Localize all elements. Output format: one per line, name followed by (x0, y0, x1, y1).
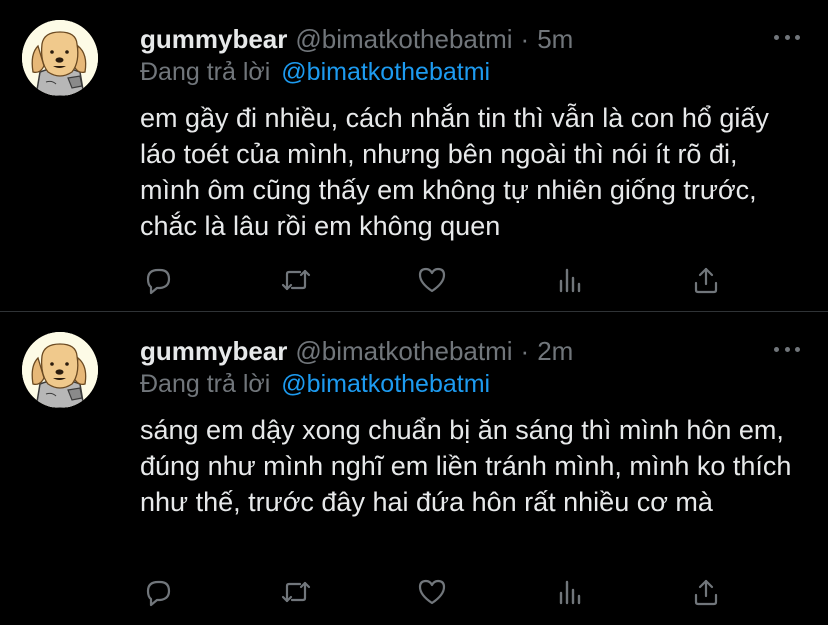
analytics-icon (559, 268, 581, 293)
reply-mention-link[interactable]: @bimatkothebatmi (281, 58, 490, 86)
reply-prefix: Đang trả lời (140, 58, 271, 86)
share-button[interactable] (688, 262, 724, 298)
timestamp[interactable]: 5m (537, 24, 573, 55)
reply-mention-link[interactable]: @bimatkothebatmi (281, 370, 490, 398)
timestamp[interactable]: 2m (537, 336, 573, 367)
retweet-button[interactable] (278, 262, 314, 298)
analytics-button[interactable] (552, 574, 588, 610)
separator: · (520, 23, 530, 54)
tweet[interactable]: gummybear @bimatkothebatmi · 5m Đang trả… (0, 0, 828, 312)
reply-button[interactable] (140, 262, 176, 298)
retweet-icon (281, 581, 311, 603)
avatar[interactable] (22, 332, 98, 408)
more-dots-icon[interactable] (774, 30, 800, 44)
more-dots-icon[interactable] (774, 342, 800, 356)
user-handle[interactable]: @bimatkothebatmi (295, 24, 512, 55)
tweet[interactable]: gummybear @bimatkothebatmi · 2m Đang trả… (0, 312, 828, 625)
share-icon (694, 579, 718, 606)
separator: · (520, 335, 530, 366)
analytics-button[interactable] (552, 262, 588, 298)
tweet-header: gummybear @bimatkothebatmi · 2m (140, 334, 573, 368)
tweet-text: em gầy đi nhiều, cách nhắn tin thì vẫn l… (140, 103, 769, 241)
avatar[interactable] (22, 20, 98, 96)
heart-icon (418, 579, 446, 605)
display-name[interactable]: gummybear (140, 336, 287, 367)
retweet-button[interactable] (278, 574, 314, 610)
tweet-text: sáng em dậy xong chuẩn bị ăn sáng thì mì… (140, 415, 792, 517)
more-dot (795, 34, 800, 40)
reply-icon (146, 580, 171, 607)
more-dot (784, 34, 790, 40)
heart-icon (418, 267, 446, 293)
replying-to: Đang trả lời @bimatkothebatmi (140, 58, 490, 87)
display-name[interactable]: gummybear (140, 24, 287, 55)
more-dot (795, 346, 800, 352)
reply-icon (146, 268, 171, 295)
analytics-icon (559, 580, 581, 605)
retweet-icon (281, 269, 311, 291)
tweet-actions (140, 574, 740, 610)
replying-to: Đang trả lời @bimatkothebatmi (140, 370, 490, 399)
reply-prefix: Đang trả lời (140, 370, 271, 398)
share-icon (694, 267, 718, 294)
like-button[interactable] (414, 262, 450, 298)
dog-avatar-icon (22, 20, 98, 96)
share-button[interactable] (688, 574, 724, 610)
more-dot (774, 34, 779, 40)
tweet-actions (140, 262, 740, 298)
tweet-header: gummybear @bimatkothebatmi · 5m (140, 22, 573, 56)
more-dot (784, 346, 790, 352)
reply-button[interactable] (140, 574, 176, 610)
user-handle[interactable]: @bimatkothebatmi (295, 336, 512, 367)
like-button[interactable] (414, 574, 450, 610)
more-dot (774, 346, 779, 352)
dog-avatar-icon (22, 332, 98, 408)
